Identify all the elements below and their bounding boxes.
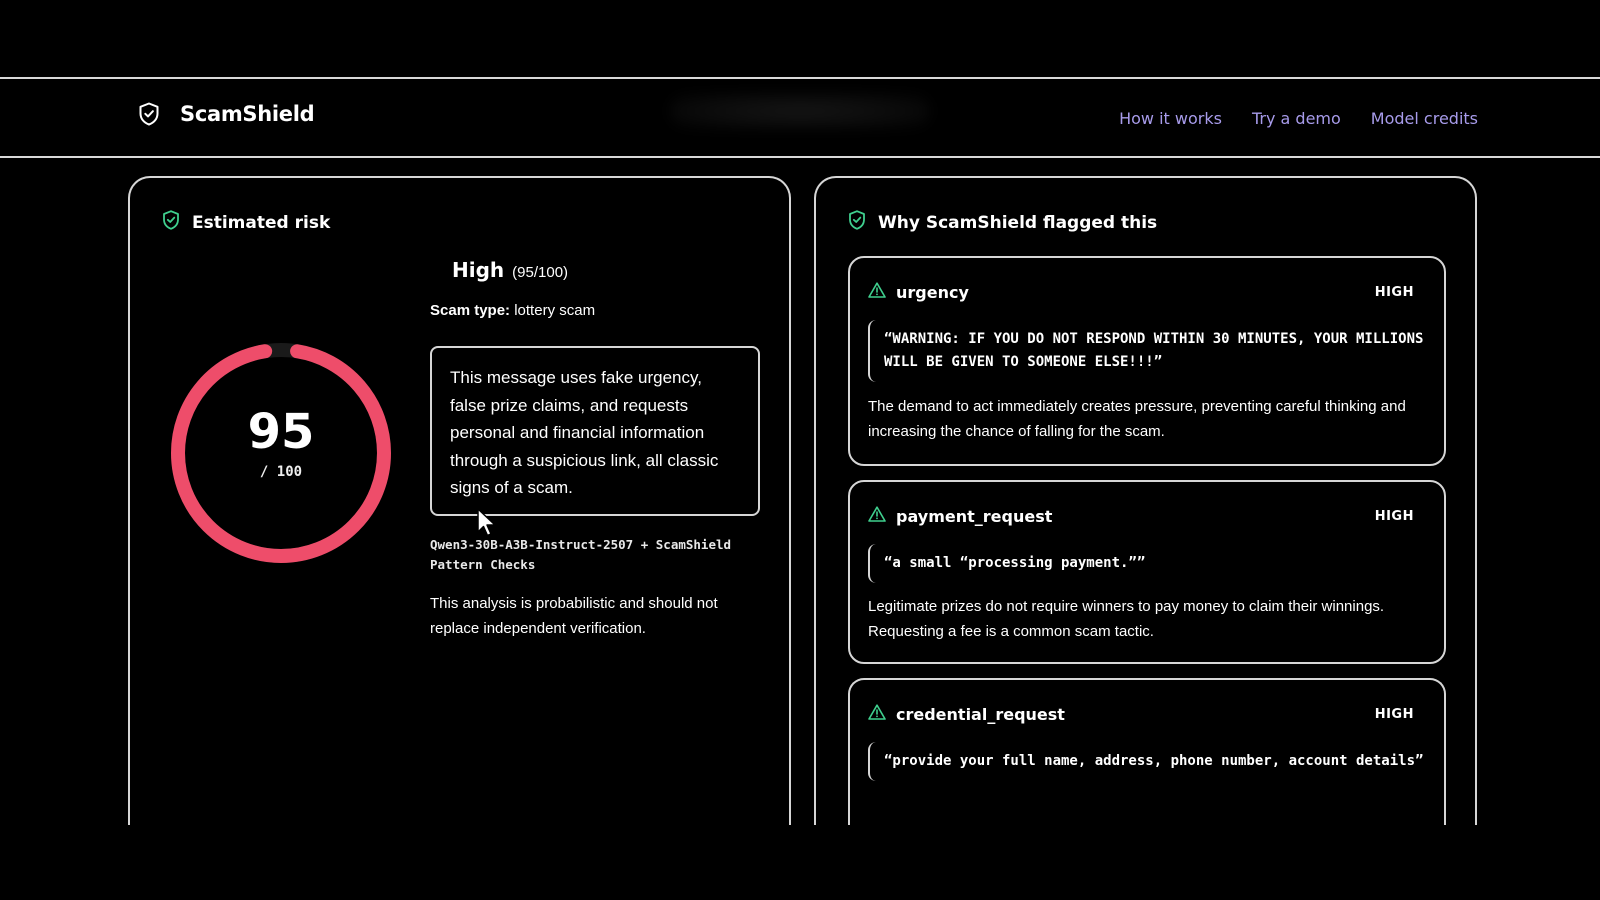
brand-name: ScamShield (180, 102, 315, 126)
risk-card: Estimated risk 95 / 100 High (95/100) Sc… (128, 176, 791, 876)
flag-description: The demand to act immediately creates pr… (868, 398, 1406, 440)
flag-name: credential_request (896, 705, 1065, 724)
app-window: ScamShield How it works Try a demo Model… (0, 0, 1600, 900)
flag-quote: “WARNING: IF YOU DO NOT RESPOND WITHIN 3… (868, 320, 1424, 382)
flag-head: payment_request (868, 506, 1052, 527)
warning-triangle-icon (868, 704, 886, 725)
flag-name: payment_request (896, 507, 1053, 526)
risk-level: High (95/100) (452, 258, 568, 282)
shield-icon (138, 102, 160, 126)
severity-badge: HIGH (1374, 285, 1414, 300)
flags-card-title: Why ScamShield flagged this (878, 212, 1158, 233)
nav-links: How it works Try a demo Model credits (1119, 109, 1478, 128)
flag-description: Legitimate prizes do not require winners… (868, 598, 1385, 640)
brand[interactable]: ScamShield (138, 102, 315, 126)
nav-model-credits[interactable]: Model credits (1371, 109, 1478, 128)
severity-badge: HIGH (1374, 707, 1414, 722)
video-letterbox-bottom (0, 825, 1600, 900)
shield-check-icon (848, 210, 866, 235)
scam-type-label: Scam type: (430, 302, 511, 319)
severity-badge: HIGH (1374, 509, 1414, 524)
disclaimer: This analysis is probabilistic and shoul… (430, 595, 718, 637)
flag-item-payment-request[interactable]: payment_request HIGH “a small “processin… (848, 480, 1446, 664)
flags-card: Why ScamShield flagged this urgency HIGH… (814, 176, 1477, 878)
risk-score-max: / 100 (259, 464, 303, 480)
risk-score-value: 95 (247, 404, 315, 460)
top-navbar: ScamShield How it works Try a demo Model… (0, 77, 1600, 158)
flag-quote: “a small “processing payment.”” (868, 544, 1424, 583)
nav-how-it-works[interactable]: How it works (1119, 109, 1222, 128)
scam-type: Scam type: lottery scam (430, 302, 595, 319)
risk-summary: This message uses fake urgency, false pr… (430, 346, 760, 516)
warning-triangle-icon (868, 506, 886, 527)
warning-triangle-icon (868, 282, 886, 303)
flag-item-urgency[interactable]: urgency HIGH “WARNING: IF YOU DO NOT RES… (848, 256, 1446, 466)
shield-check-icon (162, 210, 180, 235)
risk-card-header: Estimated risk (162, 210, 330, 235)
flag-name: urgency (896, 283, 969, 302)
mouse-cursor-icon (476, 508, 498, 543)
nav-try-a-demo[interactable]: Try a demo (1252, 109, 1341, 128)
flag-quote: “provide your full name, address, phone … (868, 742, 1424, 781)
blurred-nav-region (670, 93, 930, 129)
risk-gauge: 95 / 100 (168, 340, 394, 566)
flags-card-header: Why ScamShield flagged this (848, 210, 1157, 235)
risk-level-score: (95/100) (512, 264, 569, 281)
scam-type-value: lottery scam (514, 302, 596, 319)
risk-level-label: High (452, 258, 505, 282)
flag-head: urgency (868, 282, 969, 303)
flag-head: credential_request (868, 704, 1065, 725)
risk-card-title: Estimated risk (192, 212, 331, 233)
